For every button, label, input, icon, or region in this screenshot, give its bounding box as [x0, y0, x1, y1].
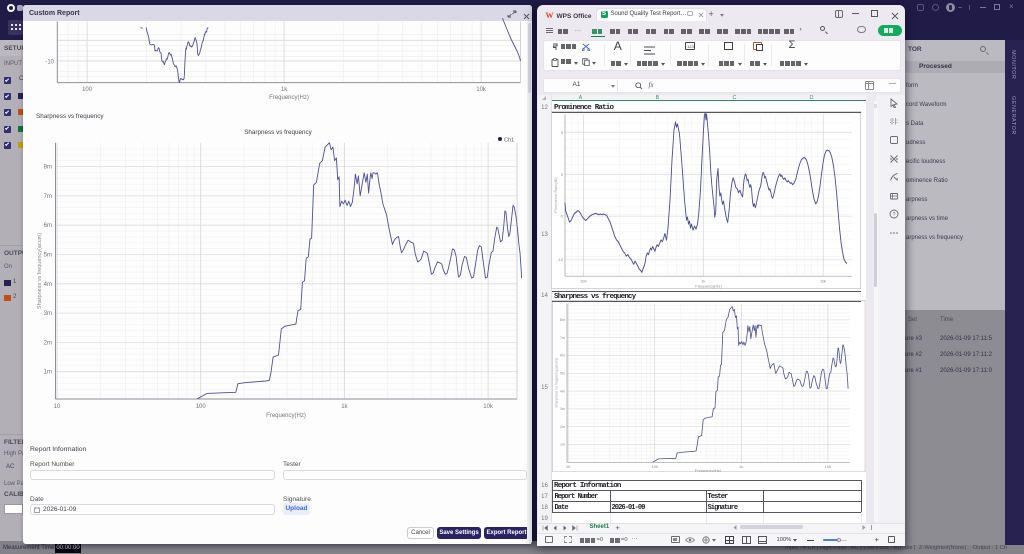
svg-text:1k: 1k: [739, 464, 743, 469]
svg-text:-10: -10: [45, 59, 54, 65]
svg-text:0: 0: [561, 173, 563, 177]
svg-text:8m: 8m: [560, 318, 565, 322]
svg-text:1k: 1k: [281, 87, 288, 93]
svg-text:10k: 10k: [825, 464, 831, 469]
svg-text:Frequency(Hz): Frequency(Hz): [266, 413, 306, 419]
svg-text:7m: 7m: [560, 336, 565, 340]
svg-text:2m: 2m: [560, 425, 565, 429]
svg-text:2m: 2m: [44, 340, 52, 346]
svg-text:5m: 5m: [44, 253, 52, 259]
svg-text:-10: -10: [558, 258, 564, 262]
svg-text:Prominence Ratio(dB): Prominence Ratio(dB): [554, 177, 558, 212]
svg-text:Sharpness vs frequency: Sharpness vs frequency: [244, 129, 312, 136]
svg-text:Sharpness vs frequency(acum): Sharpness vs frequency(acum): [37, 233, 43, 309]
svg-text:10k: 10k: [820, 279, 826, 284]
svg-text:10: 10: [54, 404, 61, 410]
svg-text:6m: 6m: [44, 223, 52, 229]
svg-text:8m: 8m: [44, 165, 52, 171]
svg-text:100: 100: [82, 87, 93, 93]
svg-text:100: 100: [651, 464, 658, 469]
svg-text:6m: 6m: [560, 354, 565, 358]
svg-text:10: 10: [566, 464, 571, 469]
svg-text:4m: 4m: [560, 390, 565, 394]
svg-text:10k: 10k: [476, 87, 487, 93]
svg-text:100: 100: [196, 404, 207, 410]
svg-text:5: 5: [561, 131, 563, 135]
svg-text:1k: 1k: [341, 404, 348, 410]
svg-text:100: 100: [580, 279, 587, 284]
svg-text:?: ?: [892, 212, 895, 218]
svg-text:Frequency(Hz): Frequency(Hz): [695, 284, 722, 289]
svg-text:10k: 10k: [483, 404, 494, 410]
svg-text:7m: 7m: [44, 194, 52, 200]
svg-text:Frequency(Hz): Frequency(Hz): [695, 468, 722, 472]
svg-text:5m: 5m: [560, 372, 565, 376]
svg-text:1m: 1m: [560, 443, 565, 447]
svg-text:3m: 3m: [44, 311, 52, 317]
svg-text:1m: 1m: [44, 370, 52, 376]
svg-text:4m: 4m: [44, 282, 52, 288]
svg-text:Sharpness vs frequency(acum): Sharpness vs frequency(acum): [555, 359, 559, 409]
svg-text:3m: 3m: [560, 407, 565, 411]
svg-text:-5: -5: [560, 215, 563, 219]
svg-text:Ch1: Ch1: [504, 138, 514, 144]
svg-text:Frequency(Hz): Frequency(Hz): [269, 95, 309, 101]
